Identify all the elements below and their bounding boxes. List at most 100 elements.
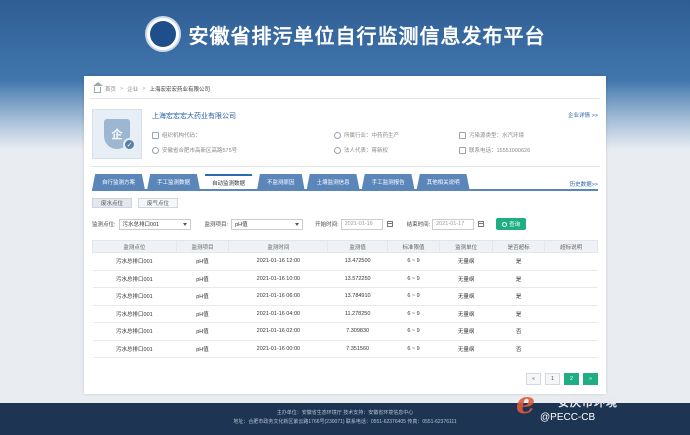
cell-unit: 无量纲 — [439, 340, 493, 358]
breadcrumb: 首页 > 企业 > 上海宏宏宏药业有限公司 — [93, 82, 210, 94]
cell-item: pH值 — [176, 340, 229, 358]
cell-item: pH值 — [176, 252, 229, 271]
tab-automatic-data[interactable]: 自动监测数据 — [202, 174, 256, 190]
cell-value: 11.278250 — [327, 305, 388, 323]
search-icon — [502, 221, 508, 227]
cell-note — [544, 340, 598, 358]
tab-other-notes[interactable]: 其他相关说明 — [416, 174, 470, 190]
subtab-exhaust[interactable]: 废气点位 — [138, 198, 179, 208]
column-header: 监测时间 — [228, 240, 329, 253]
chevron-down-icon — [182, 222, 187, 226]
breadcrumb-enterprise[interactable]: 企业 — [127, 85, 138, 93]
cell-time: 2021-01-16 12:00 — [228, 252, 328, 271]
company-name: 上海宏宏宏大药业有限公司 — [152, 113, 236, 120]
cell-limit: 6 ~ 9 — [387, 305, 440, 323]
industry: 所属行业：中药药生产 — [334, 131, 399, 139]
table-row: 污水总排口001 pH值 2021-01-16 02:00 7.309830 6 ~ 9… — [92, 322, 598, 341]
start-label: 开始时间: — [315, 222, 339, 228]
cell-limit: 6 ~ 9 — [387, 252, 440, 271]
tab-underline — [92, 189, 598, 191]
table-header-row: 监测点位 监测项目 监测时间 监测值 标准限值 监测单位 是否超标 超标说明 — [92, 240, 598, 253]
end-date-input[interactable]: 2021-01-17 — [432, 218, 475, 230]
company-details-link[interactable]: 企业详情 >> — [568, 111, 598, 119]
home-icon — [93, 82, 103, 93]
cell-point: 污水总排口001 — [92, 287, 177, 306]
cell-limit: 6 ~ 9 — [387, 270, 440, 288]
cell-exceed: 否 — [492, 340, 545, 358]
emblem-icon — [144, 16, 181, 52]
watermark: e 安庆市环境 @PECC-CB — [510, 386, 690, 435]
cell-value: 13.572250 — [327, 270, 388, 288]
cube-icon — [459, 131, 466, 139]
query-button[interactable]: 查询 — [496, 218, 527, 230]
cell-value: 13.784910 — [327, 287, 388, 306]
start-date-input[interactable]: 2021-01-16 — [340, 218, 383, 230]
id-icon — [152, 131, 159, 139]
calendar-icon[interactable] — [478, 221, 485, 227]
subtab-bar: 废水点位 废气点位 — [92, 198, 179, 208]
point-select[interactable]: 污水总排口001 — [118, 218, 191, 230]
breadcrumb-current: 上海宏宏宏药业有限公司 — [149, 87, 210, 93]
cell-item: pH值 — [176, 270, 229, 288]
point-label: 监测点位: — [92, 222, 116, 228]
cell-unit: 无量纲 — [439, 322, 493, 341]
cell-value: 7.309830 — [327, 322, 388, 341]
tab-monitoring-plan[interactable]: 自行监测方案 — [92, 174, 146, 190]
column-header: 是否超标 — [491, 240, 546, 253]
divider — [90, 98, 600, 99]
tab-not-monitored-reasons[interactable]: 不监测原因 — [257, 174, 305, 190]
site-header: 安徽省排污单位自行监测信息发布平台 — [0, 0, 690, 68]
cell-time: 2021-01-16 00:00 — [228, 340, 328, 358]
pollution-type: 污染源类型：水汽环境 — [459, 131, 524, 139]
breadcrumb-home[interactable]: 首页 — [105, 85, 116, 93]
watermark-name: 安庆市环境 — [558, 397, 618, 409]
filter-row: 监测点位: 污水总排口001 监测项目: pH值 开始时间: 2021-01-1… — [92, 218, 527, 230]
table-row: 污水总排口001 pH值 2021-01-16 06:00 13.784910 6 ~ … — [92, 287, 598, 306]
company-logo: 企 ✓ — [92, 109, 142, 159]
site-title: 安徽省排污单位自行监测信息发布平台 — [188, 25, 546, 48]
cell-note — [544, 270, 598, 288]
location-icon — [152, 146, 159, 154]
cell-value: 7.351560 — [327, 340, 388, 358]
item-select[interactable]: pH值 — [231, 218, 304, 230]
cell-point: 污水总排口001 — [92, 252, 177, 271]
company-card: 首页 > 企业 > 上海宏宏宏药业有限公司 企 ✓ 上海宏宏宏大药业有限公司 企业… — [84, 76, 606, 394]
column-header: 监测单位 — [439, 240, 493, 253]
page-button-1[interactable]: 1 — [545, 373, 560, 385]
end-label: 结束时间: — [406, 222, 431, 228]
legal-representative: 法人代表：蒋新权 — [334, 146, 388, 154]
cell-unit: 无量纲 — [439, 270, 493, 288]
person-icon — [334, 146, 341, 154]
tab-manual-data[interactable]: 手工监测数据 — [147, 174, 201, 190]
divider — [90, 166, 600, 167]
table-row: 污水总排口001 pH值 2021-01-16 10:00 13.572250 6 ~ … — [92, 270, 598, 288]
cell-point: 污水总排口001 — [92, 340, 177, 358]
subtab-wastewater[interactable]: 废水点位 — [92, 198, 133, 208]
cell-item: pH值 — [176, 305, 229, 323]
shield-icon: 企 ✓ — [104, 119, 136, 151]
calendar-icon[interactable] — [386, 221, 393, 227]
prev-page-button[interactable]: « — [526, 373, 541, 385]
history-data-link[interactable]: 历史数据>> — [570, 180, 598, 188]
org-code: 组织机构代码： — [152, 131, 201, 139]
table-row: 污水总排口001 pH值 2021-01-16 12:00 13.472500 6 ~ … — [92, 252, 598, 271]
column-header: 监测值 — [327, 240, 388, 253]
cell-unit: 无量纲 — [439, 252, 493, 271]
cell-time: 2021-01-16 10:00 — [228, 270, 328, 288]
phone: 联系电话：15551000626 — [459, 146, 530, 154]
cell-limit: 6 ~ 9 — [387, 340, 440, 358]
next-page-button[interactable]: » — [583, 373, 598, 385]
column-header: 监测项目 — [175, 240, 230, 253]
cell-time: 2021-01-16 02:00 — [228, 322, 328, 341]
cell-unit: 无量纲 — [439, 287, 493, 306]
table-row: 污水总排口001 pH值 2021-01-16 00:00 7.351560 6 ~ 9… — [92, 340, 598, 358]
column-header: 标准限值 — [386, 240, 441, 253]
breadcrumb-separator: > — [142, 86, 146, 92]
tab-soil-monitoring[interactable]: 土壤监测信息 — [306, 174, 360, 190]
tab-bar: 自行监测方案 手工监测数据 自动监测数据 不监测原因 土壤监测信息 手工监测报告… — [92, 174, 472, 190]
cell-limit: 6 ~ 9 — [387, 322, 440, 341]
tab-manual-report[interactable]: 手工监测报告 — [361, 174, 415, 190]
page-button-2[interactable]: 2 — [564, 373, 579, 385]
watermark-logo-icon: e — [516, 386, 536, 421]
cell-limit: 6 ~ 9 — [387, 287, 440, 306]
